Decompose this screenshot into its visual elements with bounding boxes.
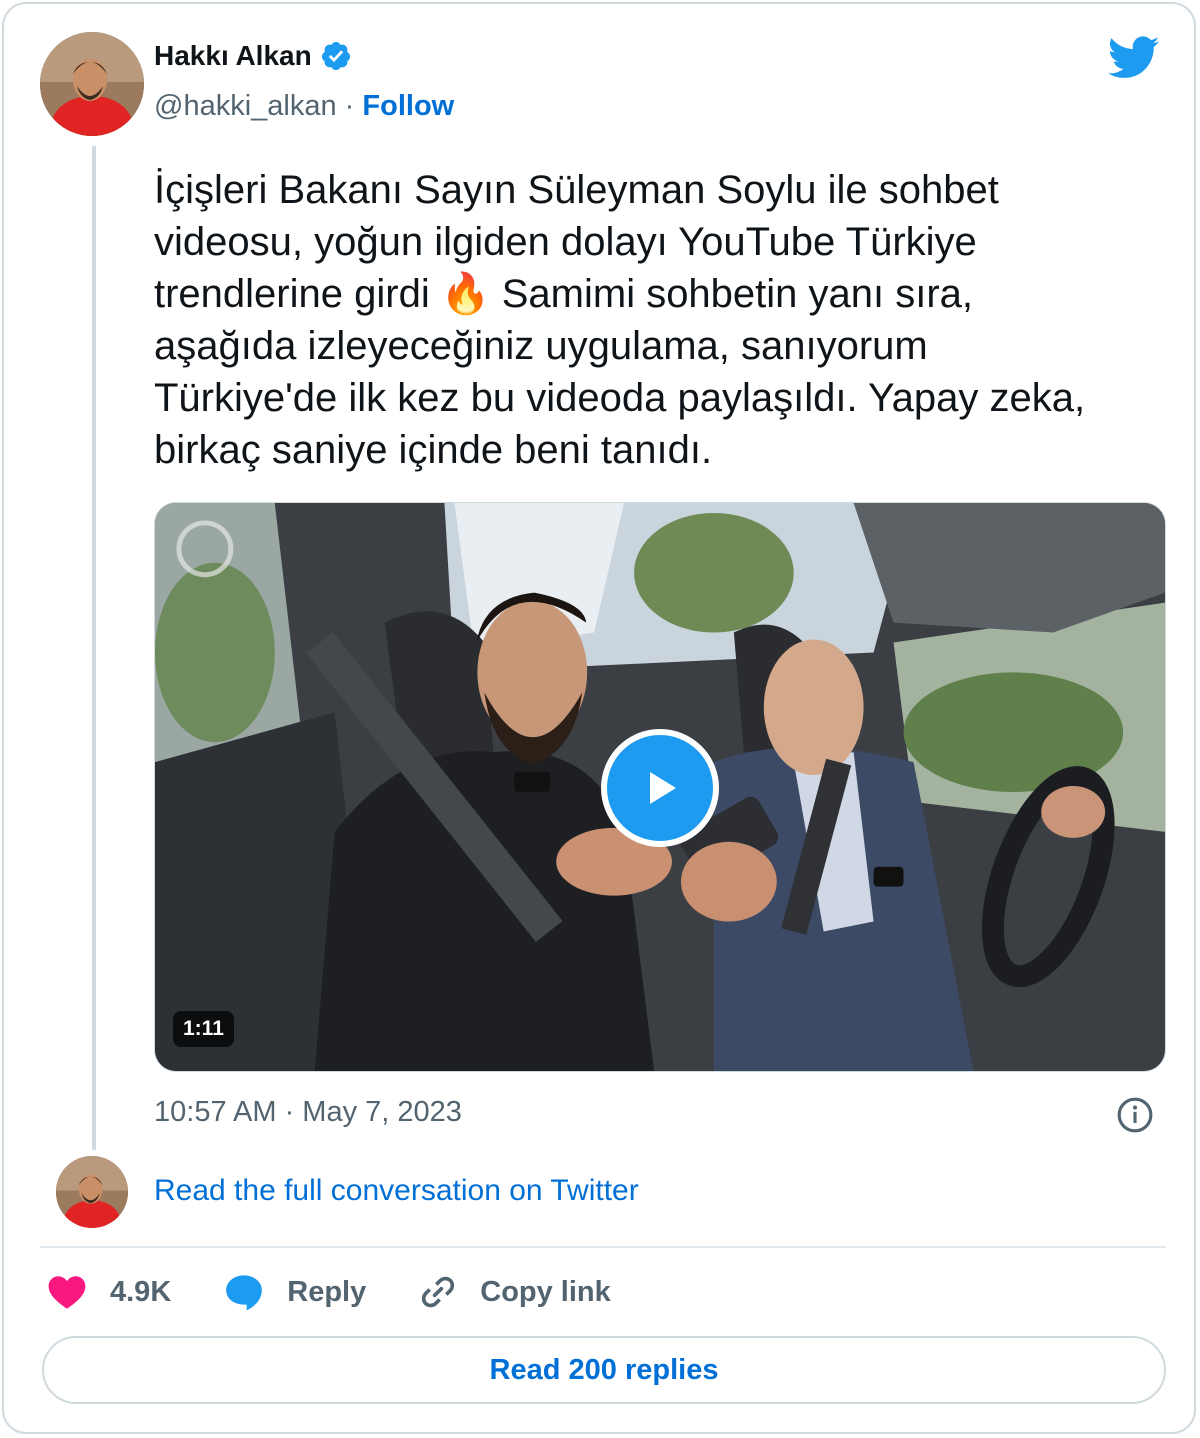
verified-badge-icon — [321, 42, 350, 70]
author-name-row[interactable]: Hakkı Alkan — [154, 40, 352, 72]
tweet-card: Hakkı Alkan @hakki_alkan · Follow İçişle… — [2, 2, 1196, 1434]
copy-link-label: Copy link — [480, 1275, 611, 1308]
reply-button[interactable]: Reply — [223, 1271, 366, 1313]
like-button[interactable]: 4.9K — [46, 1271, 171, 1313]
speech-bubble-icon — [226, 1275, 263, 1311]
divider — [40, 1246, 1166, 1248]
video-duration: 1:11 — [173, 1011, 234, 1047]
copy-link-button[interactable]: Copy link — [418, 1272, 611, 1312]
video-player[interactable]: 1:11 — [154, 502, 1166, 1072]
info-icon[interactable] — [1116, 1096, 1154, 1134]
reply-label: Reply — [287, 1275, 367, 1308]
like-count: 4.9K — [110, 1275, 172, 1308]
read-replies-button[interactable]: Read 200 replies — [42, 1336, 1166, 1404]
avatar-small[interactable] — [56, 1156, 128, 1228]
handle-line: @hakki_alkan · Follow — [154, 90, 454, 123]
play-button[interactable] — [601, 729, 719, 847]
author-name[interactable]: Hakkı Alkan — [154, 40, 312, 72]
tweet-text: İçişleri Bakanı Sayın Süleyman Soylu ile… — [154, 168, 1086, 472]
thread-line — [92, 146, 96, 1150]
read-conversation-link[interactable]: Read the full conversation on Twitter — [154, 1174, 639, 1208]
twitter-bird-icon[interactable] — [1108, 36, 1160, 80]
action-bar: 4.9K Reply Copy link — [46, 1266, 663, 1318]
tweet-timestamp[interactable]: 10:57 AM · May 7, 2023 — [154, 1096, 462, 1129]
link-icon — [422, 1276, 455, 1308]
heart-icon — [48, 1276, 86, 1309]
author-handle[interactable]: @hakki_alkan — [154, 90, 337, 122]
handle-separator: · — [344, 90, 355, 122]
follow-button[interactable]: Follow — [362, 90, 454, 122]
play-icon — [650, 772, 676, 804]
avatar[interactable] — [40, 32, 144, 136]
